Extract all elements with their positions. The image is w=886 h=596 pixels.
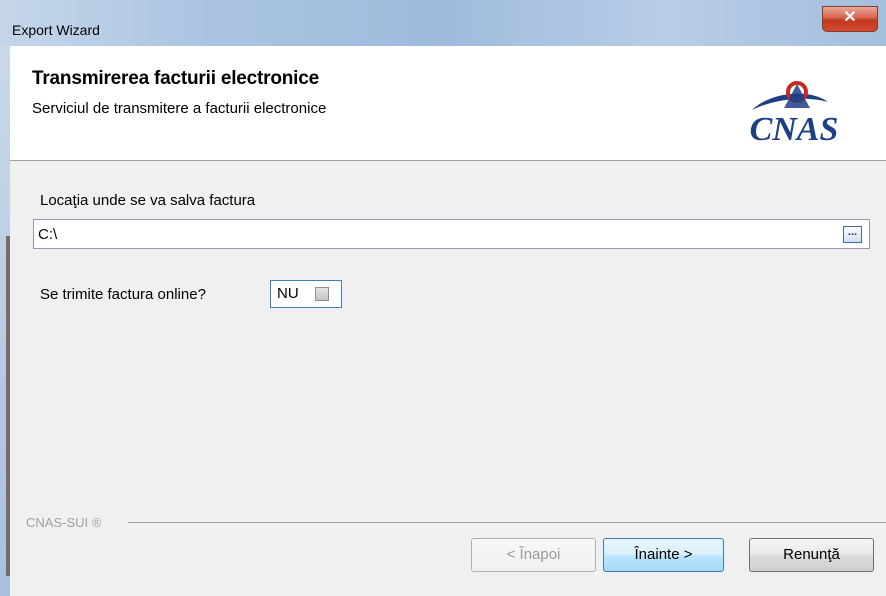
ellipsis-icon: ... — [847, 226, 858, 238]
online-checkbox[interactable] — [315, 287, 329, 301]
title-bar[interactable]: Export Wizard ✕ — [0, 0, 886, 46]
frame-border — [6, 236, 10, 576]
online-toggle[interactable]: NU — [270, 280, 342, 308]
logo-text: CNAS — [750, 111, 839, 148]
cnas-logo-icon: CNAS — [750, 81, 839, 148]
browse-button[interactable]: ... — [843, 226, 862, 243]
window-title: Export Wizard — [12, 22, 100, 38]
window-frame-left — [0, 46, 10, 596]
export-wizard-window: Export Wizard ✕ Transmirerea facturii el… — [0, 0, 886, 596]
back-button[interactable]: < Înapoi — [471, 538, 596, 572]
page-title: Transmirerea facturii electronice — [32, 68, 319, 89]
cancel-button[interactable]: Renunţă — [749, 538, 874, 572]
location-label: Locaţia unde se va salva factura — [40, 192, 256, 209]
next-button[interactable]: Înainte > — [603, 538, 724, 572]
close-button[interactable]: ✕ — [822, 6, 878, 32]
close-icon: ✕ — [843, 9, 857, 26]
online-label: Se trimite factura online? — [40, 286, 206, 303]
footer-separator — [128, 522, 886, 523]
brand-label: CNAS-SUI ® — [26, 515, 102, 530]
wizard-header: Transmirerea facturii electronice Servic… — [10, 46, 886, 161]
online-value: NU — [277, 285, 299, 302]
location-field[interactable]: ... — [33, 219, 870, 249]
location-input[interactable] — [38, 223, 838, 245]
page-subtitle: Serviciul de transmitere a facturii elec… — [32, 100, 327, 117]
